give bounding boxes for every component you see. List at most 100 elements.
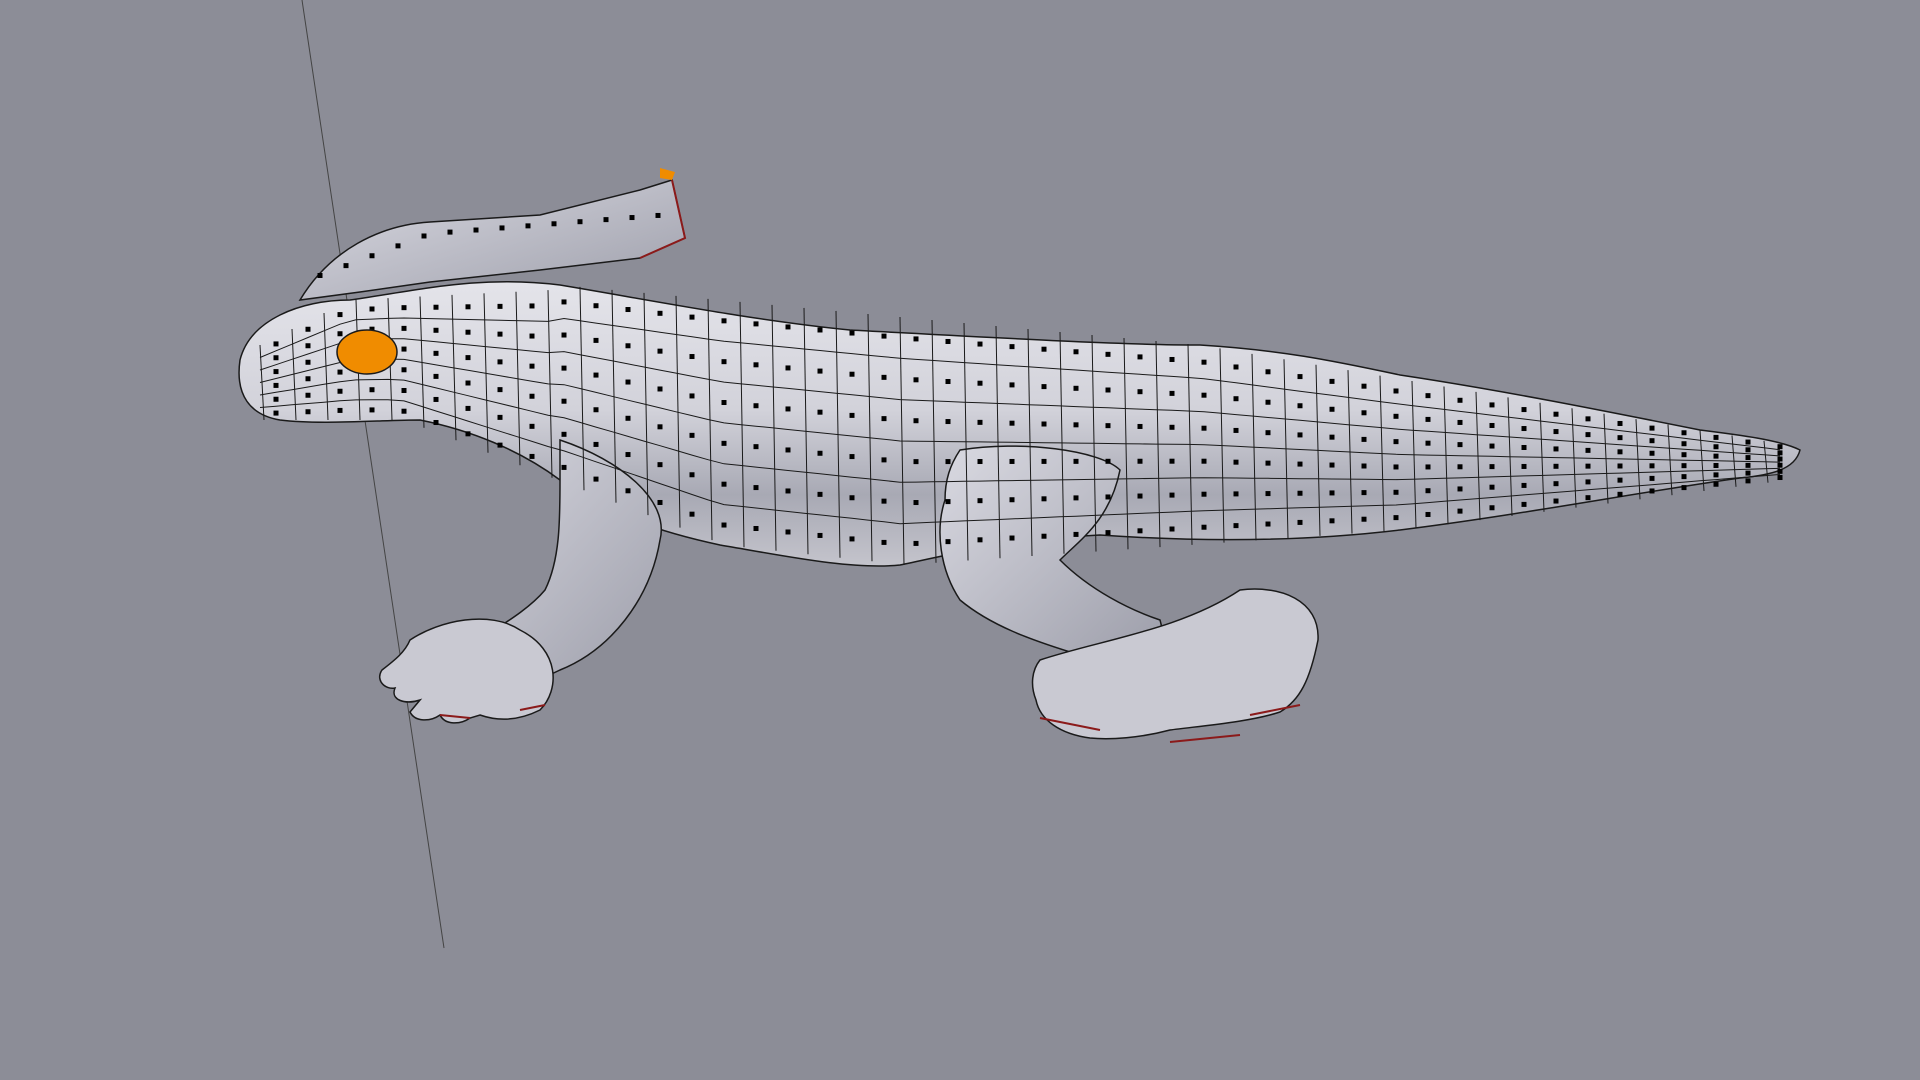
mesh-vertex[interactable]: [1041, 421, 1047, 427]
mesh-vertex[interactable]: [657, 424, 663, 430]
mesh-vertex[interactable]: [561, 299, 567, 305]
mesh-vertex[interactable]: [497, 387, 503, 393]
mesh-vertex[interactable]: [1681, 485, 1687, 491]
mesh-vertex[interactable]: [625, 415, 631, 421]
mesh-vertex[interactable]: [913, 377, 919, 383]
mesh-vertex[interactable]: [1041, 346, 1047, 352]
mesh-vertex[interactable]: [1393, 464, 1399, 470]
mesh-vertex[interactable]: [273, 396, 279, 402]
mesh-vertex[interactable]: [1265, 460, 1271, 466]
mesh-vertex[interactable]: [1169, 390, 1175, 396]
mesh-vertex[interactable]: [785, 529, 791, 535]
mesh-vertex[interactable]: [1265, 369, 1271, 375]
mesh-vertex[interactable]: [369, 387, 375, 393]
mesh-vertex[interactable]: [1681, 474, 1687, 480]
mesh-vertex[interactable]: [1009, 535, 1015, 541]
mesh-vertex[interactable]: [465, 431, 471, 437]
mesh-vertex[interactable]: [785, 488, 791, 494]
mesh-vertex[interactable]: [1105, 494, 1111, 500]
mesh-vertex[interactable]: [273, 382, 279, 388]
mesh-vertex[interactable]: [1649, 463, 1655, 469]
mesh-vertex[interactable]: [1265, 521, 1271, 527]
mesh-vertex[interactable]: [497, 414, 503, 420]
mesh-vertex[interactable]: [977, 419, 983, 425]
mesh-vertex[interactable]: [945, 499, 951, 505]
mesh-vertex[interactable]: [305, 343, 311, 349]
mesh-vertex[interactable]: [1745, 455, 1751, 461]
mesh-vertex[interactable]: [1297, 403, 1303, 409]
lizard-mesh[interactable]: [238, 168, 1801, 743]
mesh-vertex[interactable]: [817, 409, 823, 415]
mesh-vertex[interactable]: [1393, 489, 1399, 495]
mesh-vertex[interactable]: [401, 325, 407, 331]
mesh-vertex[interactable]: [1585, 495, 1591, 501]
mesh-vertex[interactable]: [1233, 523, 1239, 529]
mesh-vertex[interactable]: [1681, 463, 1687, 469]
mesh-vertex[interactable]: [945, 419, 951, 425]
mesh-vertex[interactable]: [273, 410, 279, 416]
mesh-vertex[interactable]: [881, 457, 887, 463]
mesh-vertex[interactable]: [1105, 530, 1111, 536]
mesh-vertex[interactable]: [337, 331, 343, 337]
mesh-vertex[interactable]: [1713, 444, 1719, 450]
mesh-vertex[interactable]: [1105, 423, 1111, 429]
mesh-vertex[interactable]: [1041, 533, 1047, 539]
mesh-vertex[interactable]: [1521, 463, 1527, 469]
mesh-vertex[interactable]: [305, 409, 311, 415]
mesh-vertex[interactable]: [305, 359, 311, 365]
mesh-vertex[interactable]: [1137, 458, 1143, 464]
mesh-vertex[interactable]: [1009, 344, 1015, 350]
mesh-vertex[interactable]: [849, 495, 855, 501]
mesh-vertex[interactable]: [447, 229, 453, 235]
mesh-vertex[interactable]: [817, 450, 823, 456]
mesh-vertex[interactable]: [497, 303, 503, 309]
mesh-vertex[interactable]: [753, 444, 759, 450]
mesh-vertex[interactable]: [1713, 434, 1719, 440]
mesh-vertex[interactable]: [1713, 463, 1719, 469]
mesh-vertex[interactable]: [657, 348, 663, 354]
mesh-vertex[interactable]: [1169, 526, 1175, 532]
mesh-vertex[interactable]: [273, 369, 279, 375]
mesh-vertex[interactable]: [1361, 410, 1367, 416]
mesh-vertex[interactable]: [1073, 422, 1079, 428]
mesh-vertex[interactable]: [1297, 374, 1303, 380]
mesh-vertex[interactable]: [817, 327, 823, 333]
mesh-vertex[interactable]: [1553, 411, 1559, 417]
mesh-vertex[interactable]: [497, 442, 503, 448]
mesh-vertex[interactable]: [1521, 444, 1527, 450]
mesh-vertex[interactable]: [977, 537, 983, 543]
mesh-vertex[interactable]: [369, 407, 375, 413]
mesh-vertex[interactable]: [1457, 508, 1463, 514]
mesh-vertex[interactable]: [1201, 491, 1207, 497]
mesh-vertex[interactable]: [421, 233, 427, 239]
mesh-vertex[interactable]: [1137, 354, 1143, 360]
mesh-vertex[interactable]: [1073, 531, 1079, 537]
mesh-vertex[interactable]: [1105, 351, 1111, 357]
mesh-vertex[interactable]: [1745, 462, 1751, 468]
mesh-vertex[interactable]: [1777, 450, 1783, 456]
mesh-vertex[interactable]: [1777, 462, 1783, 468]
mesh-vertex[interactable]: [561, 464, 567, 470]
mesh-vertex[interactable]: [1745, 447, 1751, 453]
mesh-vertex[interactable]: [401, 367, 407, 373]
mesh-vertex[interactable]: [849, 371, 855, 377]
mesh-vertex[interactable]: [337, 388, 343, 394]
mesh-vertex[interactable]: [689, 472, 695, 478]
mesh-vertex[interactable]: [465, 355, 471, 361]
mesh-vertex[interactable]: [1329, 378, 1335, 384]
mesh-vertex[interactable]: [1329, 462, 1335, 468]
mesh-vertex[interactable]: [561, 398, 567, 404]
mesh-vertex[interactable]: [1041, 458, 1047, 464]
mesh-vertex[interactable]: [655, 212, 661, 218]
mesh-vertex[interactable]: [753, 485, 759, 491]
mesh-vertex[interactable]: [753, 362, 759, 368]
mesh-vertex[interactable]: [273, 355, 279, 361]
mesh-vertex[interactable]: [1585, 416, 1591, 422]
mesh-vertex[interactable]: [1617, 477, 1623, 483]
mesh-vertex[interactable]: [465, 329, 471, 335]
mesh-vertex[interactable]: [1489, 505, 1495, 511]
mesh-vertex[interactable]: [945, 338, 951, 344]
mesh-vertex[interactable]: [1617, 463, 1623, 469]
mesh-front-foot[interactable]: [378, 618, 554, 724]
mesh-vertex[interactable]: [1457, 486, 1463, 492]
